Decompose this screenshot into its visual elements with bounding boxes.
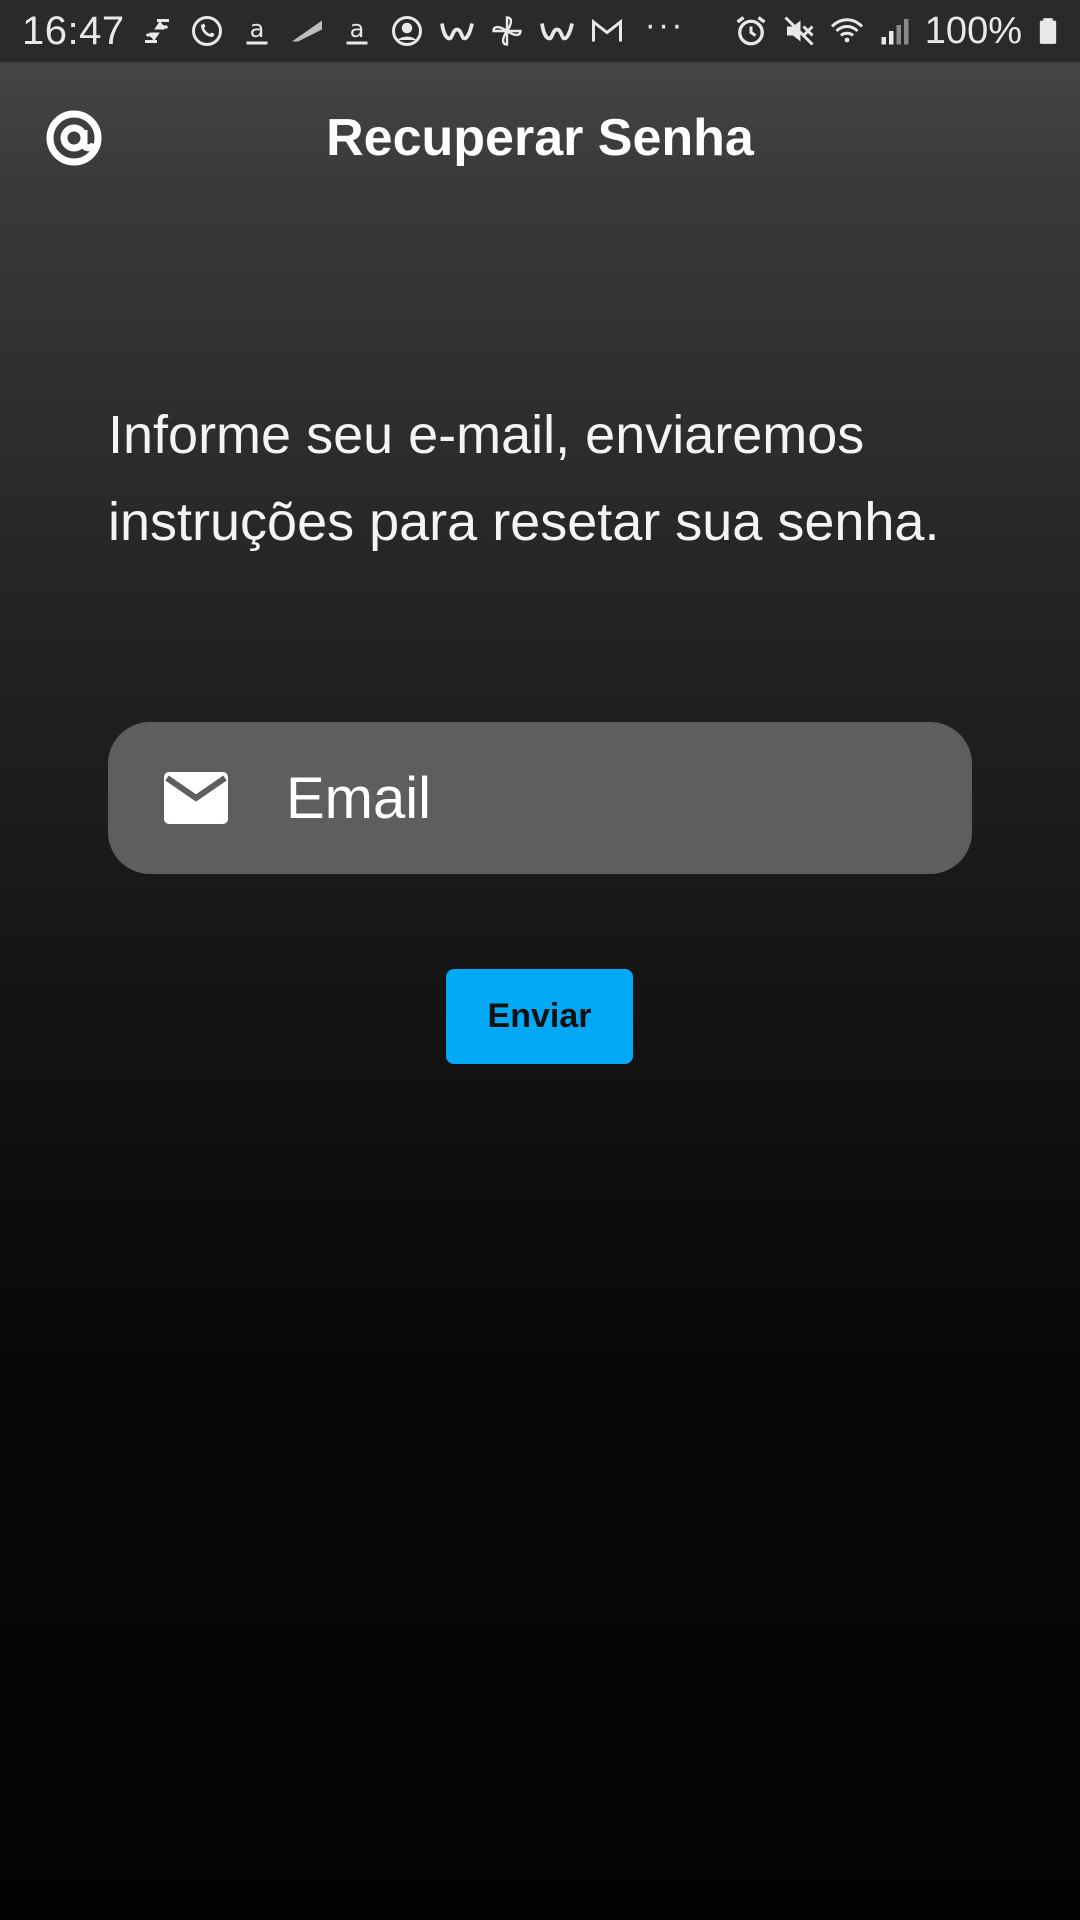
- status-bar: 16:47 a a ··· 100%: [0, 0, 1080, 62]
- app-bar: Recuperar Senha: [0, 62, 1080, 220]
- account-icon: [391, 16, 422, 46]
- pinwheel-icon: [491, 16, 522, 46]
- gmail-icon: [591, 18, 622, 42]
- status-right: 100%: [733, 0, 1062, 62]
- battery-percentage: 100%: [924, 9, 1022, 52]
- status-left: 16:47 a a ···: [22, 6, 685, 54]
- email-input[interactable]: [286, 758, 926, 838]
- notification-icons: a a: [139, 13, 625, 49]
- email-field[interactable]: [108, 722, 972, 874]
- w-app-icon: [439, 23, 474, 41]
- svg-text:a: a: [249, 15, 264, 43]
- amazon-icon: a: [246, 15, 268, 45]
- w-app-icon: [539, 23, 574, 41]
- amazon-icon: a: [346, 15, 368, 45]
- page-title: Recuperar Senha: [326, 109, 754, 167]
- status-time: 16:47: [22, 8, 125, 53]
- whatsapp-icon: [191, 16, 222, 46]
- alarm-icon: [736, 16, 766, 46]
- wifi-icon: [830, 18, 863, 43]
- flag-icon: [291, 20, 322, 42]
- signal-icon: [881, 19, 909, 45]
- more-notifications-icon: ···: [644, 6, 685, 44]
- battery-icon: [1039, 18, 1057, 44]
- sync-icon: [144, 19, 169, 43]
- instructions-text: Informe seu e-mail, enviaremos instruçõe…: [108, 405, 940, 552]
- svg-text:a: a: [349, 15, 364, 43]
- send-button[interactable]: Enviar: [446, 969, 633, 1064]
- mute-icon: [784, 16, 814, 46]
- mail-icon: [164, 772, 228, 824]
